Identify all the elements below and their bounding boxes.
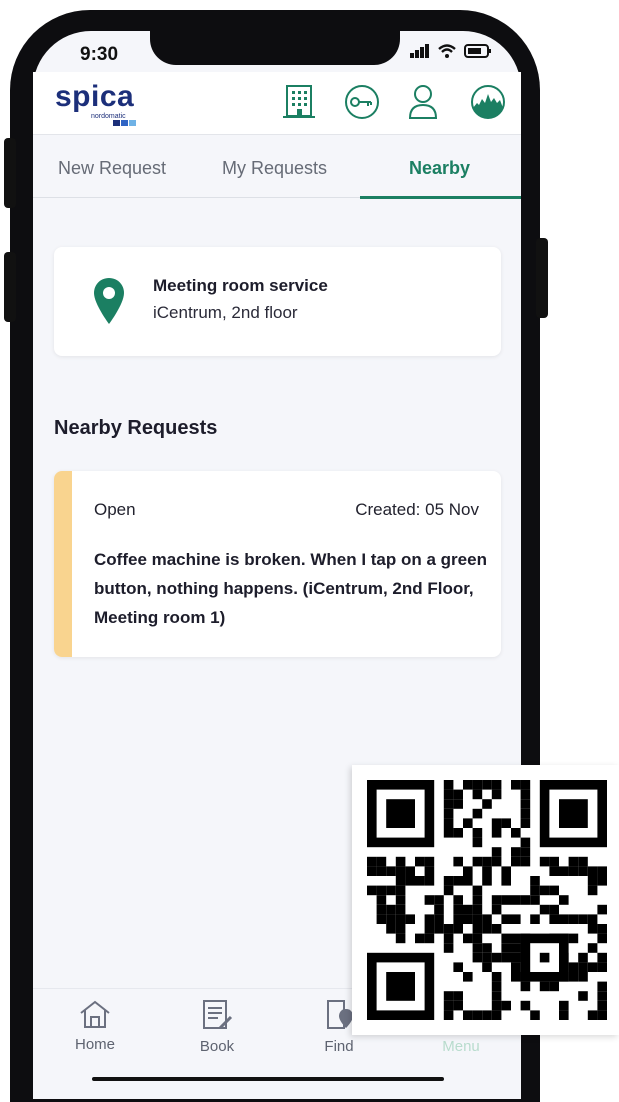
spica-logo[interactable]: spica nordomatic: [55, 80, 136, 126]
request-card[interactable]: Open Created: 05 Nov Coffee machine is b…: [54, 471, 501, 657]
qr-code: [352, 765, 619, 1035]
logo-square: [113, 120, 120, 126]
building-icon[interactable]: [283, 84, 315, 120]
phone-side-button: [536, 238, 548, 318]
location-pin-icon: [94, 278, 124, 324]
phone-side-button: [4, 138, 16, 208]
status-icons: [410, 44, 492, 58]
logo-square: [129, 120, 136, 126]
qr-code-image: [367, 780, 607, 1020]
request-created-date: Created: 05 Nov: [355, 500, 479, 519]
request-tabs: New Request My Requests Nearby: [33, 134, 521, 199]
user-icon[interactable]: [408, 84, 438, 120]
home-icon: [80, 1000, 110, 1028]
nav-menu-label: Menu: [442, 1038, 480, 1055]
logo-text: spica: [55, 80, 135, 113]
book-icon: [203, 1000, 233, 1030]
nav-book[interactable]: Book: [172, 999, 262, 1055]
find-building-icon: [327, 1000, 353, 1029]
phone-side-button: [4, 252, 16, 322]
logo-square: [121, 120, 128, 126]
request-status: Open: [94, 500, 136, 519]
request-description: Coffee machine is broken. When I tap on …: [94, 550, 487, 627]
service-title: Meeting room service: [153, 276, 328, 295]
active-tab-indicator: [360, 196, 521, 199]
tab-nearby[interactable]: Nearby: [409, 158, 470, 179]
nav-home-label: Home: [74, 1036, 115, 1053]
phone-notch: [150, 31, 400, 65]
tab-new-request[interactable]: New Request: [58, 158, 166, 179]
status-color-bar: [54, 471, 72, 657]
service-card[interactable]: Meeting room service iCentrum, 2nd floor: [54, 247, 501, 356]
nav-book-label: Book: [199, 1038, 235, 1055]
wifi-icon: [438, 44, 456, 58]
status-time: 9:30: [80, 44, 119, 65]
service-location: iCentrum, 2nd floor: [153, 303, 298, 322]
app-header: spica nordomatic: [33, 72, 521, 134]
nav-find-label: Find: [324, 1038, 354, 1055]
site-avatar-icon[interactable]: [470, 84, 506, 120]
nearby-requests-heading: Nearby Requests: [54, 417, 218, 439]
key-icon[interactable]: [344, 84, 380, 120]
battery-icon: [464, 44, 491, 58]
nav-home[interactable]: Home: [50, 999, 140, 1053]
signal-icon: [410, 44, 429, 58]
home-indicator: [92, 1077, 444, 1081]
tab-my-requests[interactable]: My Requests: [222, 158, 327, 179]
logo-subtext: nordomatic: [91, 113, 126, 120]
